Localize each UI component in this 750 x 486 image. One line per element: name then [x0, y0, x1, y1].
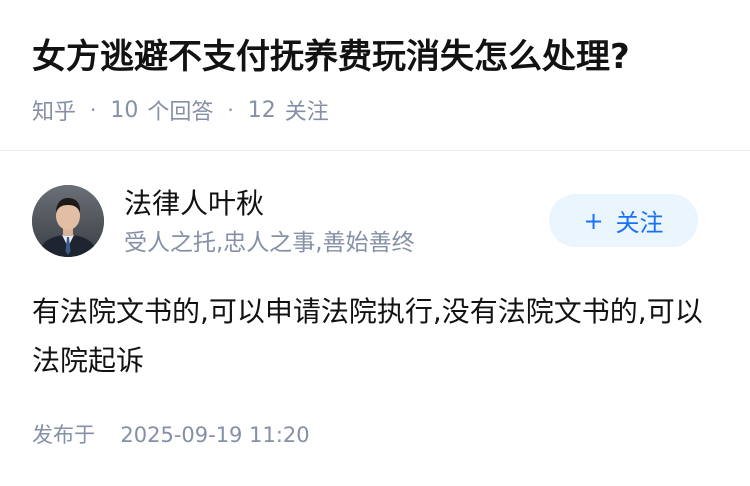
publish-time: 2025-09-19 11:20: [120, 423, 310, 447]
follow-button-label: 关注: [615, 209, 664, 237]
question-title[interactable]: 女方逃避不支付抚养费玩消失怎么处理?: [32, 33, 630, 81]
publish-info: 发布于 2025-09-19 11:20: [32, 418, 310, 452]
source-label: 知乎: [32, 100, 77, 125]
follower-count: 12: [247, 97, 276, 123]
question-meta: 知乎 · 10 个回答 · 12 关注: [32, 93, 329, 127]
publish-label: 发布于: [32, 423, 95, 447]
answer-count[interactable]: 10: [110, 98, 138, 123]
separator-dot: ·: [227, 98, 234, 122]
author-avatar[interactable]: [32, 185, 104, 257]
answer-count-label[interactable]: 个回答: [147, 94, 213, 126]
follow-button[interactable]: + 关注: [549, 194, 698, 247]
answer-card: 法律人叶秋 受人之托,忠人之事,善始善终 + 关注 有法院文书的,可以申请法院执…: [0, 151, 750, 486]
plus-icon: +: [583, 206, 604, 235]
author-name[interactable]: 法律人叶秋: [124, 184, 264, 224]
author-bio: 受人之托,忠人之事,善始善终: [124, 230, 415, 256]
question-header: 女方逃避不支付抚养费玩消失怎么处理? 知乎 · 10 个回答 · 12 关注: [0, 0, 750, 150]
person-avatar-icon: [32, 185, 104, 257]
separator-dot: ·: [90, 98, 97, 122]
follower-count-label: 关注: [284, 100, 329, 125]
answer-content: 有法院文书的,可以申请法院执行,没有法院文书的,可以法院起诉: [32, 295, 703, 377]
